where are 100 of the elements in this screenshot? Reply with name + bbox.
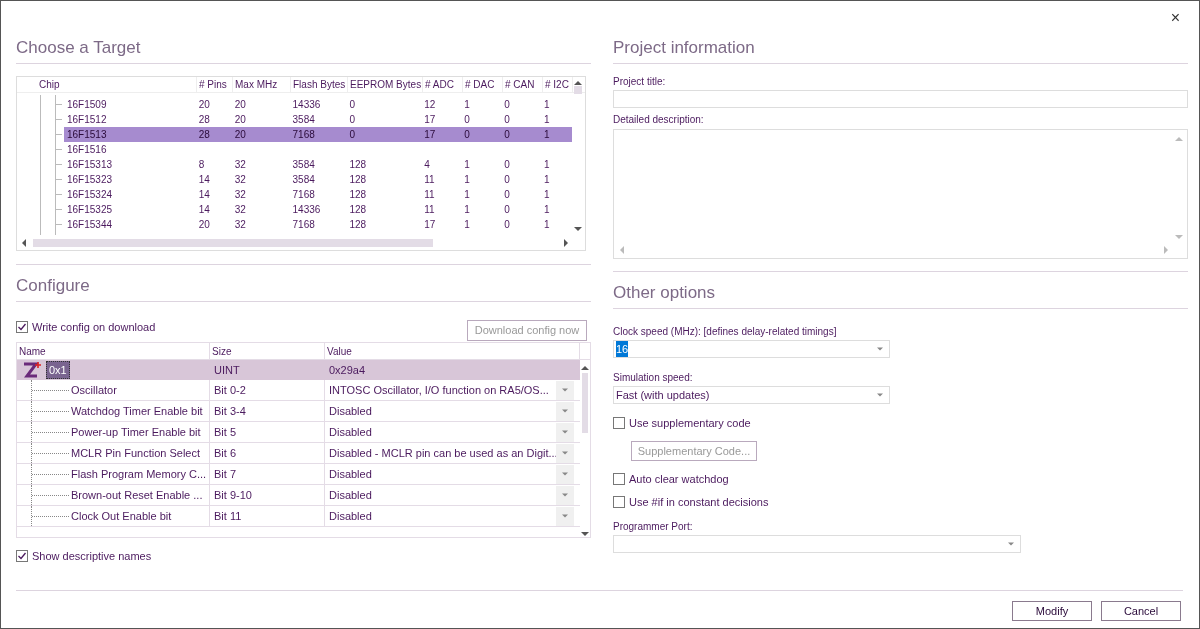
table-row[interactable]: 16F15344 20 32 7168 128 17 1 0 1 bbox=[64, 217, 572, 232]
close-button[interactable]: × bbox=[1170, 6, 1180, 30]
table-cell-text: 7168 bbox=[291, 188, 316, 202]
table-cell-text: 1 bbox=[543, 218, 551, 232]
column-header[interactable]: # Pins bbox=[197, 77, 233, 92]
table-cell[interactable]: 16F1512 bbox=[64, 112, 197, 127]
table-cell-text: 1 bbox=[463, 218, 471, 232]
table-cell-text: 17 bbox=[423, 218, 437, 232]
column-header[interactable]: # DAC bbox=[463, 77, 503, 92]
table-row[interactable]: 16F15313 8 32 3584 128 4 1 0 1 bbox=[64, 157, 572, 172]
button[interactable]: Modify bbox=[1012, 601, 1092, 621]
field-label: Simulation speed: bbox=[613, 371, 694, 385]
column-header[interactable]: # ADC bbox=[423, 77, 463, 92]
table-cell-text: 7168 bbox=[291, 218, 316, 232]
table-cell-text: 0 bbox=[348, 113, 356, 127]
table-cell[interactable]: 16F1509 bbox=[64, 97, 197, 112]
scroll-down-arrow-icon[interactable] bbox=[574, 226, 582, 232]
table-cell-text: 20 bbox=[197, 218, 211, 232]
table-cell-text: 1 bbox=[463, 173, 471, 187]
dropdown-field[interactable]: Disabled bbox=[325, 401, 580, 421]
scroll-up-arrow-icon[interactable] bbox=[581, 365, 589, 371]
button[interactable]: Cancel bbox=[1101, 601, 1181, 621]
table-cell-text: 14 bbox=[197, 188, 211, 202]
table-cell-text: 17 bbox=[423, 113, 437, 127]
caret-icon bbox=[561, 471, 569, 477]
table-row[interactable]: 16F1516 bbox=[64, 142, 572, 157]
dropdown-field[interactable]: Disabled bbox=[325, 506, 580, 526]
dropdown-field[interactable]: 16 bbox=[613, 340, 890, 358]
scroll-thumb[interactable] bbox=[574, 86, 582, 94]
table-cell[interactable]: 16F15325 bbox=[64, 202, 197, 217]
table-row[interactable]: 16F1509 20 20 14336 0 12 1 0 1 bbox=[64, 97, 572, 112]
caret-icon bbox=[561, 450, 569, 456]
dropdown-field[interactable]: Disabled bbox=[325, 464, 580, 484]
grid-row[interactable]: 0x1 UINT 0x29a4 bbox=[17, 360, 580, 380]
table-row[interactable]: 16F15324 14 32 7168 128 11 1 0 1 bbox=[64, 187, 572, 202]
column-header[interactable]: Chip bbox=[37, 77, 197, 92]
table-cell-text: 20 bbox=[233, 98, 247, 112]
button: Download config now bbox=[467, 319, 587, 341]
table-row[interactable]: 16F15323 14 32 3584 128 11 1 0 1 bbox=[64, 172, 572, 187]
column-header[interactable]: Flash Bytes bbox=[291, 77, 348, 92]
dropdown-field[interactable]: Disabled - MCLR pin can be used as an Digit... bbox=[325, 443, 580, 463]
checkbox[interactable] bbox=[16, 321, 28, 333]
column-header[interactable]: # I2C bbox=[543, 77, 573, 92]
table-cell-text: 0 bbox=[503, 203, 511, 217]
table-cell: Bit 5 bbox=[210, 422, 325, 442]
scroll-up-arrow-icon[interactable] bbox=[574, 80, 582, 86]
table-cell[interactable]: 16F1513 bbox=[64, 127, 197, 142]
scroll-down-arrow-icon[interactable] bbox=[581, 531, 589, 537]
scroll-left-arrow-icon[interactable] bbox=[21, 239, 27, 247]
scroll-thumb[interactable] bbox=[33, 239, 433, 247]
checkbox[interactable] bbox=[613, 472, 625, 485]
table-cell-text: Brown-out Reset Enable ... bbox=[70, 487, 203, 503]
table-row[interactable]: 16F15325 14 32 14336 128 11 1 0 1 bbox=[64, 202, 572, 217]
table-cell: Bit 11 bbox=[210, 506, 325, 526]
table-cell-text: 0 bbox=[503, 158, 511, 172]
text-field[interactable] bbox=[613, 90, 1188, 108]
table-cell[interactable]: 16F15324 bbox=[64, 187, 197, 202]
column-header[interactable]: EEPROM Bytes bbox=[348, 77, 423, 92]
table-cell-text: 32 bbox=[233, 158, 247, 172]
table-cell-text: 1 bbox=[543, 188, 551, 202]
z-logo-icon bbox=[22, 361, 44, 379]
table-cell-text: 0 bbox=[503, 128, 511, 142]
table-cell-text: 3584 bbox=[291, 173, 316, 187]
table-cell-text: UINT bbox=[213, 362, 241, 378]
caret-icon bbox=[876, 392, 884, 398]
table-row[interactable]: 16F1512 28 20 3584 0 17 0 0 1 bbox=[64, 112, 572, 127]
table-cell[interactable]: 16F15344 bbox=[64, 217, 197, 232]
scroll-right-arrow-icon[interactable] bbox=[563, 239, 569, 247]
field-label: Detailed description: bbox=[613, 113, 705, 127]
dropdown-field[interactable]: Disabled bbox=[325, 485, 580, 505]
dropdown-field[interactable] bbox=[613, 534, 1021, 553]
table-cell-text: 32 bbox=[233, 188, 247, 202]
dropdown-field[interactable]: Fast (with updates) bbox=[613, 386, 890, 404]
table-cell-text: 0 bbox=[348, 98, 356, 112]
table-cell-text: 3584 bbox=[291, 158, 316, 172]
checkbox-label: Show descriptive names bbox=[32, 549, 152, 564]
table-cell[interactable]: 16F15323 bbox=[64, 172, 197, 187]
dropdown-field[interactable]: INTOSC Oscillator, I/O function on RA5/OS... bbox=[325, 380, 580, 400]
column-header[interactable]: Size bbox=[210, 343, 325, 359]
table-cell-text: 14 bbox=[197, 203, 211, 217]
table-row[interactable]: 16F1513 28 20 7168 0 17 0 0 1 bbox=[64, 127, 572, 142]
column-header[interactable]: Value bbox=[325, 343, 580, 359]
section-heading: Project information bbox=[613, 37, 756, 59]
node-label[interactable]: 0x1 bbox=[46, 360, 70, 380]
checkbox[interactable] bbox=[613, 496, 625, 509]
caret-icon bbox=[561, 429, 569, 435]
table-cell-text: 12 bbox=[423, 98, 437, 112]
table-cell-text: 11 bbox=[423, 203, 436, 217]
column-header[interactable]: Max MHz bbox=[233, 77, 291, 92]
column-header[interactable]: Name bbox=[17, 343, 210, 359]
table-cell-text: 1 bbox=[543, 98, 551, 112]
field-label: Clock speed (MHz): [defines delay-related timings] bbox=[613, 325, 838, 339]
dropdown-field[interactable]: Disabled bbox=[325, 422, 580, 442]
checkbox[interactable] bbox=[16, 550, 28, 563]
table-cell[interactable]: 16F15313 bbox=[64, 157, 197, 172]
column-header[interactable]: # CAN bbox=[503, 77, 543, 92]
table-cell[interactable]: 16F1516 bbox=[64, 142, 197, 157]
checkbox-label: Use #if in constant decisions bbox=[629, 495, 769, 510]
checkbox[interactable] bbox=[613, 417, 625, 430]
scroll-thumb[interactable] bbox=[582, 373, 588, 433]
